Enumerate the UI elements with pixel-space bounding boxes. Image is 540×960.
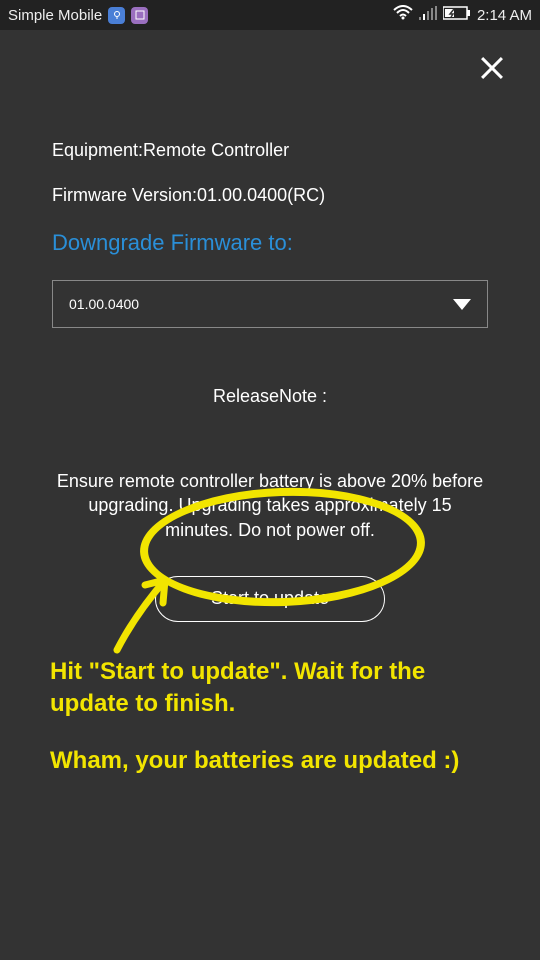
signal-icon: [419, 6, 437, 24]
section-title: Downgrade Firmware to:: [52, 230, 488, 256]
dropdown-selected-value: 01.00.0400: [69, 296, 139, 312]
location-icon: [108, 7, 125, 24]
equipment-label: Equipment:Remote Controller: [52, 140, 488, 161]
main-content: Equipment:Remote Controller Firmware Ver…: [0, 30, 540, 622]
annotation-line-1: Hit "Start to update". Wait for the upda…: [50, 656, 490, 721]
update-button-label: Start to update: [211, 588, 329, 609]
battery-icon: [443, 6, 471, 24]
app-icon: [131, 7, 148, 24]
release-note-label: ReleaseNote :: [52, 386, 488, 407]
annotation-line-2: Wham, your batteries are updated :): [50, 745, 490, 777]
firmware-version-dropdown[interactable]: 01.00.0400: [52, 280, 488, 328]
annotation-text: Hit "Start to update". Wait for the upda…: [50, 656, 490, 777]
firmware-version-label: Firmware Version:01.00.0400(RC): [52, 185, 488, 206]
close-button[interactable]: [474, 50, 510, 86]
wifi-icon: [393, 5, 413, 25]
status-bar: Simple Mobile 2:14 AM: [0, 0, 540, 30]
clock-label: 2:14 AM: [477, 7, 532, 24]
start-update-button[interactable]: Start to update: [155, 576, 385, 622]
chevron-down-icon: [453, 299, 471, 310]
warning-text: Ensure remote controller battery is abov…: [52, 469, 488, 542]
carrier-label: Simple Mobile: [8, 7, 102, 24]
